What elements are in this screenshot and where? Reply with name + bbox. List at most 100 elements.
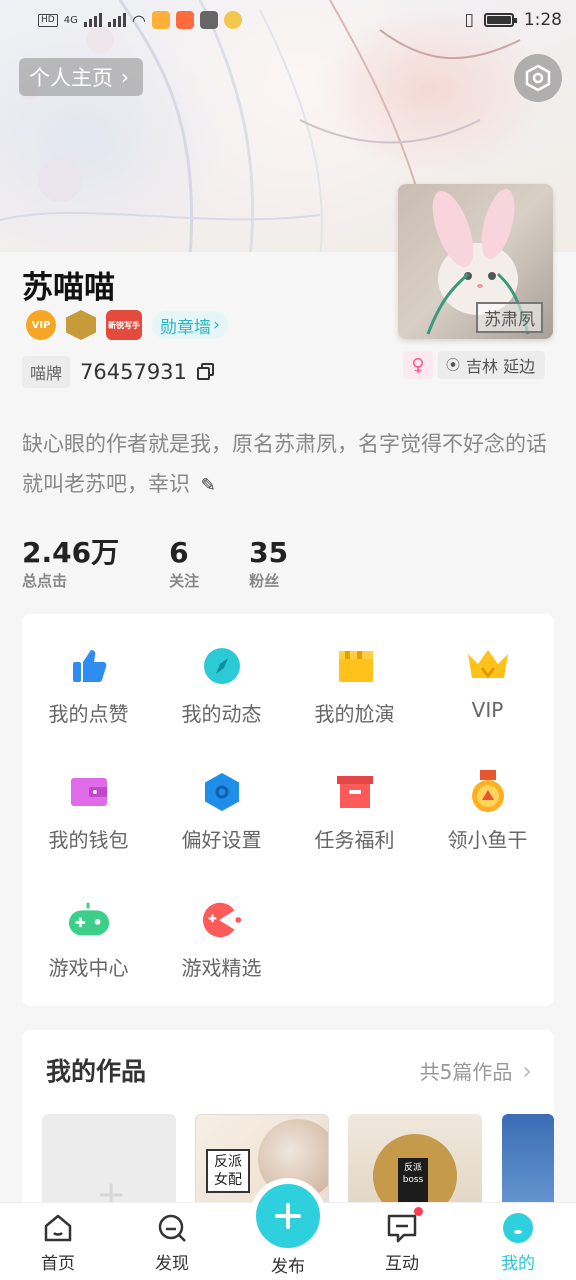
clapperboard-icon	[333, 644, 377, 688]
clock: 1:28	[523, 10, 562, 30]
grid-label: 我的动态	[181, 702, 262, 726]
gender-female-icon: ♀	[403, 351, 433, 379]
grid-label: 我的点赞	[48, 702, 129, 726]
username: 苏喵喵	[22, 270, 115, 306]
avatar[interactable]: 苏肃夙	[398, 184, 553, 339]
gift-box-icon	[333, 770, 377, 814]
hd-chip: HD	[38, 13, 58, 27]
id-label: 喵牌	[22, 356, 71, 388]
medal-icon	[466, 770, 510, 814]
function-grid: 我的点赞 我的动态 我的尬演 VIP 我的钱包 偏好设置 任务福利 领小鱼干 游…	[22, 614, 554, 1006]
stats-row: 2.46万 总点击 6 关注 35 粉丝	[22, 536, 338, 591]
stat-total-clicks[interactable]: 2.46万 总点击	[22, 536, 119, 591]
vip-badge[interactable]: VIP	[26, 310, 56, 340]
works-count-label: 共5篇作品	[419, 1060, 513, 1084]
grid-item-task-rewards[interactable]: 任务福利	[288, 770, 421, 853]
app-notification-icon	[199, 11, 218, 29]
grid-item-my-performances[interactable]: 我的尬演	[288, 644, 421, 727]
grid-item-game-center[interactable]: 游戏中心	[22, 898, 155, 981]
location-label: 吉林 延边	[466, 357, 536, 376]
grid-item-my-moments[interactable]: 我的动态	[155, 644, 288, 727]
edit-pencil-icon[interactable]: ✎	[201, 475, 216, 496]
app-notification-icon	[223, 11, 242, 29]
stat-label: 总点击	[22, 572, 68, 590]
stat-followers[interactable]: 35 粉丝	[249, 536, 288, 591]
grid-label: 游戏中心	[48, 956, 129, 980]
new-writer-badge-label: 新锐写手	[108, 320, 140, 330]
vibrate-icon: ▯	[464, 10, 474, 30]
signal-icon	[83, 13, 102, 27]
wifi-icon: ◠	[131, 10, 146, 30]
nav-mine[interactable]: 我的	[480, 1211, 556, 1274]
hexagon-icon	[200, 770, 244, 814]
nav-label: 互动	[385, 1254, 419, 1274]
work-cover-title: 反派女配	[206, 1149, 250, 1193]
network-type: 4G	[63, 14, 78, 26]
grid-label: 偏好设置	[181, 828, 262, 852]
user-id-row: 喵牌 76457931	[22, 356, 215, 388]
grid-item-game-picks[interactable]: 游戏精选	[155, 898, 288, 981]
location-tag: ⦿ 吉林 延边	[438, 351, 546, 379]
grid-label: 我的尬演	[314, 702, 395, 726]
chevron-right-icon: ›	[213, 315, 220, 335]
message-icon	[385, 1207, 423, 1245]
grid-label: VIP	[471, 698, 504, 722]
status-bar: HD 4G ◠ ▯ 1:28	[0, 0, 576, 40]
wallet-icon	[67, 770, 111, 814]
grid-label: 游戏精选	[181, 956, 262, 980]
works-count-link[interactable]: 共5篇作品 ›	[420, 1056, 532, 1085]
avatar-watermark: 苏肃夙	[476, 302, 543, 333]
works-title: 我的作品	[46, 1057, 147, 1086]
grid-label: 领小鱼干	[447, 828, 528, 852]
grid-label: 我的钱包	[48, 828, 129, 852]
medal-wall-button[interactable]: 勋章墙 ›	[152, 311, 228, 339]
app-notification-icon	[175, 11, 194, 29]
stat-following[interactable]: 6 关注	[169, 536, 199, 591]
hexagon-settings-icon	[525, 64, 551, 92]
nav-label: 我的	[501, 1254, 535, 1274]
signal-icon	[107, 13, 126, 27]
vip-badge-label: VIP	[31, 319, 51, 331]
crown-icon	[466, 644, 510, 688]
compass-icon	[200, 644, 244, 688]
bio[interactable]: 缺心眼的作者就是我，原名苏肃夙，名字觉得不好念的话就叫老苏吧，幸识 ✎	[22, 424, 552, 506]
publish-circle	[256, 1184, 320, 1248]
copy-icon[interactable]	[196, 363, 215, 381]
nav-interact[interactable]: 互动	[364, 1207, 440, 1274]
profile-icon	[501, 1211, 535, 1245]
grid-item-vip[interactable]: VIP	[421, 644, 554, 722]
grid-item-my-likes[interactable]: 我的点赞	[22, 644, 155, 727]
author-level-badge[interactable]	[66, 310, 96, 340]
bio-text: 缺心眼的作者就是我，原名苏肃夙，名字觉得不好念的话就叫老苏吧，幸识	[22, 432, 547, 496]
stat-label: 粉丝	[249, 572, 280, 590]
thumbs-up-icon	[67, 644, 111, 688]
stat-value: 35	[249, 536, 289, 569]
grid-item-my-wallet[interactable]: 我的钱包	[22, 770, 155, 853]
app-notification-icon	[151, 11, 170, 29]
publish-label: 发布	[271, 1257, 305, 1277]
publish-button[interactable]	[250, 1178, 326, 1254]
grid-label: 任务福利	[314, 828, 395, 852]
home-icon	[41, 1211, 75, 1245]
personal-homepage-label: 个人主页	[29, 66, 113, 90]
nav-label: 发现	[155, 1254, 189, 1274]
settings-button[interactable]	[514, 54, 562, 102]
stat-value: 2.46万	[22, 536, 120, 569]
grid-item-collect-fish[interactable]: 领小鱼干	[421, 770, 554, 853]
nav-discover[interactable]: 发现	[134, 1211, 210, 1274]
battery-icon	[483, 13, 517, 27]
grid-item-preferences[interactable]: 偏好设置	[155, 770, 288, 853]
new-writer-badge[interactable]: 新锐写手	[106, 310, 142, 340]
chevron-right-icon: ›	[121, 65, 129, 89]
stat-label: 关注	[169, 572, 200, 590]
nav-home[interactable]: 首页	[20, 1211, 96, 1274]
personal-homepage-button[interactable]: 个人主页 ›	[19, 58, 143, 96]
nav-label: 首页	[41, 1254, 75, 1274]
id-number: 76457931	[80, 360, 187, 384]
stat-value: 6	[169, 536, 189, 569]
chevron-right-icon: ›	[522, 1056, 532, 1085]
pacman-icon	[200, 898, 244, 942]
gamepad-icon	[67, 898, 111, 942]
plus-icon	[275, 1203, 301, 1229]
badge-row: VIP 新锐写手 勋章墙 ›	[26, 310, 228, 340]
